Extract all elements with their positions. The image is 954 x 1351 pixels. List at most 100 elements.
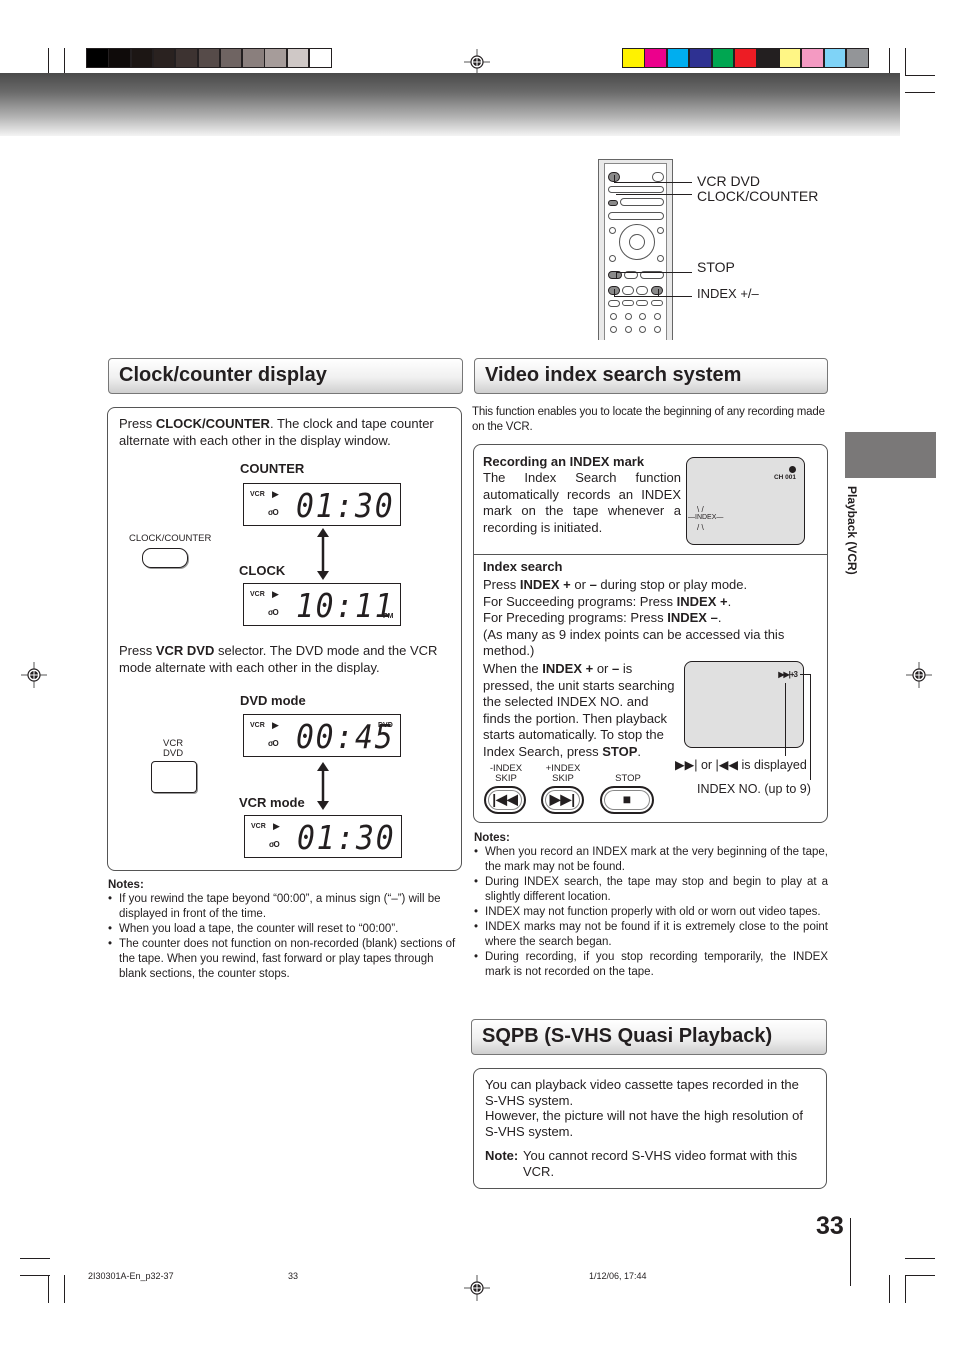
section-title: Clock/counter display bbox=[119, 364, 327, 386]
dvd-mode-display: VCR ▶ σO 00:45 DVD bbox=[243, 714, 401, 757]
clock-notes-title: Notes: bbox=[108, 879, 144, 891]
note-item: If you rewind the tape beyond “00:00”, a… bbox=[108, 892, 463, 922]
dvd-mode-label: DVD mode bbox=[240, 693, 306, 708]
counter-display: VCR ▶ σO 01:30 bbox=[243, 483, 401, 526]
callout-line bbox=[616, 272, 692, 273]
page-number: 33 bbox=[816, 1212, 844, 1240]
stop-button[interactable]: ■ bbox=[600, 786, 654, 814]
sqpb-note-label: Note: bbox=[485, 1148, 519, 1163]
tv-screen-searching: ▶▶|+3 bbox=[684, 661, 804, 748]
section-title: SQPB (S-VHS Quasi Playback) bbox=[482, 1025, 773, 1047]
chapter-tab-label: Playback (VCR) bbox=[843, 486, 859, 586]
gray-swatch bbox=[219, 48, 243, 68]
counter-label: COUNTER bbox=[240, 461, 305, 476]
remote-label-index: INDEX +/– bbox=[697, 286, 759, 301]
sqpb-heading: SQPB (S-VHS Quasi Playback) bbox=[471, 1019, 827, 1055]
gray-swatch bbox=[130, 48, 154, 68]
skip-indicator: ▶▶|+3 bbox=[778, 670, 798, 679]
vcr-dvd-button-label: VCR DVD bbox=[163, 738, 184, 759]
registration-mark-icon bbox=[906, 662, 932, 688]
index-notes-list: When you record an INDEX mark at the ver… bbox=[474, 845, 828, 980]
video-index-heading: Video index search system bbox=[474, 358, 828, 394]
header-gradient-banner bbox=[0, 73, 900, 136]
tv-screen-recording: CH 001 —INDEX— \ / / \ bbox=[686, 457, 805, 545]
video-index-intro: This function enables you to locate the … bbox=[472, 406, 825, 433]
vcr-mode-label: VCR mode bbox=[239, 795, 305, 810]
callout-line bbox=[614, 296, 692, 297]
color-swatch bbox=[734, 48, 757, 68]
index-search-title: Index search bbox=[483, 559, 563, 574]
page-number-rule bbox=[850, 1218, 851, 1286]
note-item: The counter does not function on non-rec… bbox=[108, 937, 463, 982]
color-swatch bbox=[666, 48, 690, 68]
note-item: INDEX marks may not be found if it is ex… bbox=[474, 920, 828, 950]
channel-readout: CH 001 bbox=[773, 474, 796, 481]
gray-swatch bbox=[175, 48, 198, 68]
registration-mark-icon bbox=[464, 1275, 490, 1301]
registration-mark-icon bbox=[464, 49, 490, 75]
gray-swatch bbox=[108, 48, 131, 68]
color-swatch bbox=[622, 48, 645, 68]
callout-line bbox=[785, 683, 786, 756]
double-arrow-icon bbox=[317, 762, 329, 810]
color-swatch bbox=[823, 48, 847, 68]
color-swatch bbox=[801, 48, 824, 68]
recording-index-text: The Index Search function automatically … bbox=[483, 470, 681, 535]
clock-counter-button-label: CLOCK/COUNTER bbox=[129, 533, 212, 544]
callout-line bbox=[614, 182, 692, 183]
clock-label: CLOCK bbox=[239, 563, 286, 578]
note-item: INDEX may not function properly with old… bbox=[474, 905, 828, 920]
index-search-instructions: Press INDEX + or – during stop or play m… bbox=[483, 577, 785, 658]
vcr-dvd-button[interactable] bbox=[151, 761, 197, 793]
sqpb-text: You can playback video cassette tapes re… bbox=[485, 1077, 803, 1139]
remote-label-clock-counter: CLOCK/COUNTER bbox=[697, 188, 819, 204]
double-arrow-icon bbox=[317, 528, 329, 580]
color-swatch bbox=[711, 48, 735, 68]
chapter-tab bbox=[845, 432, 936, 478]
color-swatch bbox=[644, 48, 667, 68]
index-number-callout: INDEX NO. (up to 9) bbox=[697, 782, 811, 796]
vcr-dvd-intro: Press VCR DVD selector. The DVD mode and… bbox=[119, 643, 438, 675]
clock-notes-list: If you rewind the tape beyond “00:00”, a… bbox=[108, 892, 463, 982]
clock-counter-button[interactable] bbox=[142, 548, 188, 568]
gray-swatch bbox=[197, 48, 220, 68]
index-flash-indicator: —INDEX— bbox=[688, 514, 724, 521]
note-item: During recording, if you stop recording … bbox=[474, 950, 828, 980]
index-minus-skip-label: -INDEX SKIP bbox=[489, 763, 523, 784]
index-plus-skip-label: +INDEX SKIP bbox=[545, 763, 581, 784]
color-swatch bbox=[756, 48, 779, 68]
stop-button-label: STOP bbox=[615, 773, 641, 784]
note-item: When you load a tape, the counter will r… bbox=[108, 922, 463, 937]
callout-line bbox=[616, 194, 692, 195]
index-plus-remote-button bbox=[651, 286, 663, 295]
index-plus-skip-button[interactable]: ▶▶| bbox=[541, 786, 584, 814]
clock-counter-intro: Press CLOCK/COUNTER. The clock and tape … bbox=[119, 416, 434, 448]
note-item: When you record an INDEX mark at the ver… bbox=[474, 845, 828, 875]
index-minus-skip-button[interactable]: |◀◀ bbox=[484, 786, 526, 814]
footer-page: 33 bbox=[288, 1271, 299, 1281]
callout-line bbox=[810, 674, 811, 780]
color-swatch bbox=[689, 48, 712, 68]
gray-swatch bbox=[264, 48, 287, 68]
clock-counter-heading: Clock/counter display bbox=[108, 358, 463, 394]
gray-swatch bbox=[242, 48, 265, 68]
sqpb-note-text: You cannot record S-VHS video format wit… bbox=[523, 1148, 798, 1179]
remote-control-illustration bbox=[598, 159, 673, 340]
chapter-tab-text: Playback (VCR) bbox=[845, 486, 859, 575]
color-swatch bbox=[846, 48, 869, 68]
gray-swatch bbox=[309, 48, 332, 68]
footer-file: 2I30301A-En_p32-37 bbox=[88, 1271, 174, 1281]
gray-swatch bbox=[86, 48, 109, 68]
skip-displayed-callout: ▶▶| or |◀◀ is displayed bbox=[675, 758, 807, 772]
footer-datetime: 1/12/06, 17:44 bbox=[589, 1271, 647, 1281]
index-search-description: When the INDEX + or – is pressed, the un… bbox=[483, 661, 675, 759]
clock-counter-remote-button bbox=[608, 200, 618, 206]
clock-display: VCR ▶ σO 10:11 PM bbox=[243, 583, 401, 626]
index-notes-title: Notes: bbox=[474, 832, 510, 844]
remote-label-vcr-dvd: VCR DVD bbox=[697, 173, 761, 189]
note-item: During INDEX search, the tape may stop a… bbox=[474, 875, 828, 905]
color-swatch bbox=[778, 48, 802, 68]
vcr-mode-display: VCR ▶ σO 01:30 bbox=[244, 815, 402, 858]
section-title: Video index search system bbox=[485, 364, 742, 386]
gray-swatch bbox=[286, 48, 310, 68]
